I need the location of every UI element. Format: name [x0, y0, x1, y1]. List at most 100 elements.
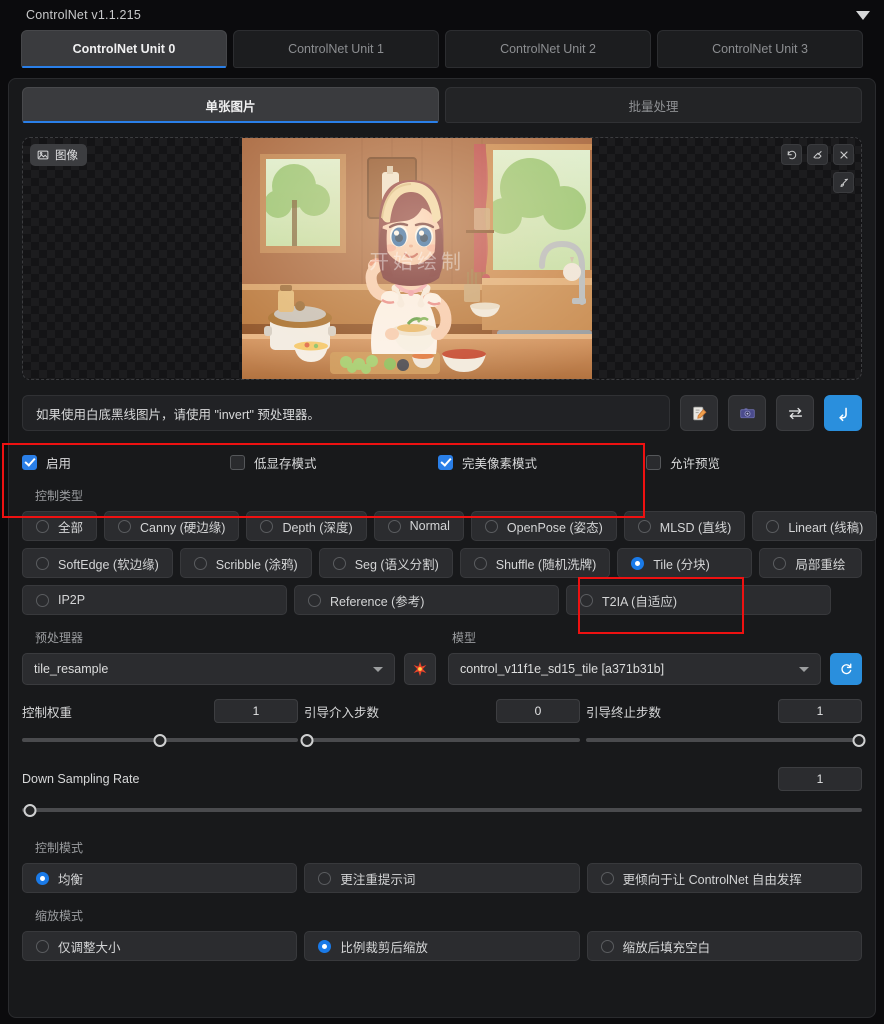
slider-knob[interactable]	[852, 733, 866, 747]
control-type-reference[interactable]: Reference (参考)	[294, 585, 559, 615]
start-step-head: 引导介入步数 0	[304, 699, 580, 723]
down-sampling-value[interactable]: 1	[778, 767, 862, 791]
arrow-resize-icon[interactable]	[824, 395, 862, 431]
chevron-down-icon	[373, 666, 383, 672]
radio-dot	[36, 519, 49, 533]
down-sampling-label: Down Sampling Rate	[22, 772, 140, 786]
options-checkbox-row: 启用 低显存模式 完美像素模式 允许预览	[22, 451, 862, 473]
control-mode-label: 控制模式	[35, 841, 84, 855]
control-type-shuffle[interactable]: Shuffle (随机洗牌)	[459, 548, 611, 578]
option-label: T2IA (自适应)	[602, 594, 678, 609]
preprocessor-column: 预处理器 tile_resample	[22, 629, 436, 685]
control-type-canny[interactable]: Canny (硬边缘)	[104, 511, 240, 541]
control-type-scribble[interactable]: Scribble (涂鸦)	[179, 548, 312, 578]
weight-slider[interactable]	[22, 733, 298, 747]
tab-controlnet-unit-3[interactable]: ControlNet Unit 3	[657, 30, 863, 68]
brush-icon[interactable]	[833, 172, 854, 193]
control-type-t2ia[interactable]: T2IA (自适应)	[566, 585, 831, 615]
swap-arrows-icon[interactable]	[776, 395, 814, 431]
slider-knob[interactable]	[23, 803, 37, 817]
resize-mode-label: 缩放模式	[35, 909, 84, 923]
start-step-slider[interactable]	[300, 733, 580, 747]
option-label: MLSD (直线)	[659, 520, 732, 535]
resize-mode-crop-and-resize[interactable]: 比例裁剪后缩放	[304, 931, 580, 961]
preprocessor-dropdown[interactable]: tile_resample	[22, 653, 395, 685]
edit-note-icon[interactable]	[680, 395, 718, 431]
control-mode-group: 均衡 更注重提示词 更倾向于让 ControlNet 自由发挥	[9, 863, 875, 893]
checkbox-allow-preview[interactable]: 允许预览	[646, 453, 720, 472]
option-label: 比例裁剪后缩放	[340, 940, 428, 955]
tab-label: ControlNet Unit 3	[712, 42, 808, 56]
tab-label: ControlNet Unit 2	[500, 42, 596, 56]
option-label: Shuffle (随机洗牌)	[495, 557, 597, 572]
radio-dot	[580, 593, 593, 607]
option-label: SoftEdge (软边缘)	[58, 557, 159, 572]
hint-row: 如果使用白底黑线图片，请使用 "invert" 预处理器。	[22, 395, 862, 431]
control-type-depth[interactable]: Depth (深度)	[246, 511, 367, 541]
option-label: Tile (分块)	[653, 557, 710, 572]
control-type-seg[interactable]: Seg (语义分割)	[318, 548, 453, 578]
resize-mode-resize-and-fill[interactable]: 缩放后填充空白	[586, 931, 862, 961]
checkbox-box	[22, 454, 37, 470]
control-type-mlsd[interactable]: MLSD (直线)	[623, 511, 746, 541]
page-title: ControlNet v1.1.215	[26, 8, 141, 22]
explosion-icon[interactable]	[404, 653, 436, 685]
model-line: control_v11f1e_sd15_tile [a371b31b]	[448, 653, 862, 685]
slider-knob[interactable]	[153, 733, 167, 747]
option-label: 局部重绘	[795, 557, 846, 572]
control-mode-controlnet-priority[interactable]: 更倾向于让 ControlNet 自由发挥	[586, 863, 862, 893]
radio-dot	[36, 871, 49, 885]
control-mode-balanced[interactable]: 均衡	[22, 863, 298, 893]
control-mode-prompt-priority[interactable]: 更注重提示词	[304, 863, 580, 893]
start-step-label: 引导介入步数	[304, 705, 380, 720]
radio-dot	[473, 556, 487, 570]
checkbox-label: 完美像素模式	[462, 456, 538, 471]
tab-controlnet-unit-1[interactable]: ControlNet Unit 1	[233, 30, 439, 68]
control-type-lineart[interactable]: Lineart (线稿)	[752, 511, 878, 541]
image-toolbar-secondary	[833, 172, 854, 193]
checkbox-pixel-perfect[interactable]: 完美像素模式	[438, 453, 646, 472]
option-label: Canny (硬边缘)	[140, 520, 226, 535]
slider-knob[interactable]	[300, 733, 314, 747]
eraser-icon[interactable]	[807, 144, 828, 165]
weight-label: 控制权重	[22, 705, 73, 720]
tab-single-image[interactable]: 单张图片	[22, 87, 439, 123]
tab-controlnet-unit-0[interactable]: ControlNet Unit 0	[21, 30, 227, 68]
radio-dot	[766, 519, 780, 533]
preprocessor-line: tile_resample	[22, 653, 436, 685]
weight-value[interactable]: 1	[214, 699, 298, 723]
close-icon[interactable]	[833, 144, 854, 165]
end-step-value[interactable]: 1	[778, 699, 862, 723]
end-step-slider[interactable]	[586, 733, 866, 747]
down-sampling-slider[interactable]	[22, 803, 862, 817]
undo-icon[interactable]	[781, 144, 802, 165]
radio-dot	[387, 519, 401, 533]
control-type-ip2p[interactable]: IP2P	[22, 585, 287, 615]
control-type-tile[interactable]: Tile (分块)	[617, 548, 753, 578]
checkbox-low-vram[interactable]: 低显存模式	[230, 453, 438, 472]
checkbox-enable[interactable]: 启用	[22, 453, 230, 472]
control-type-normal[interactable]: Normal	[373, 511, 464, 541]
option-label: 更倾向于让 ControlNet 自由发挥	[622, 872, 802, 887]
control-type-openpose[interactable]: OpenPose (姿态)	[470, 511, 617, 541]
start-step-value[interactable]: 0	[496, 699, 580, 723]
checkbox-box	[230, 454, 245, 470]
tab-controlnet-unit-2[interactable]: ControlNet Unit 2	[445, 30, 651, 68]
checkbox-label: 低显存模式	[254, 456, 317, 471]
model-dropdown[interactable]: control_v11f1e_sd15_tile [a371b31b]	[448, 653, 821, 685]
image-drop-area[interactable]: 图像 开始绘制	[22, 137, 862, 380]
tab-label: 单张图片	[205, 99, 256, 114]
chevron-down-icon[interactable]	[856, 10, 870, 20]
radio-dot	[600, 871, 614, 885]
preprocessor-model-row: 预处理器 tile_resample 模型 control_v11f1e_sd1…	[9, 629, 875, 685]
refresh-icon[interactable]	[830, 653, 862, 685]
resize-mode-just-resize[interactable]: 仅调整大小	[22, 931, 298, 961]
control-type-softedge[interactable]: SoftEdge (软边缘)	[22, 548, 173, 578]
hint-text: 如果使用白底黑线图片，请使用 "invert" 预处理器。	[36, 407, 320, 422]
camera-icon[interactable]	[728, 395, 766, 431]
control-type-inpaint[interactable]: 局部重绘	[759, 548, 862, 578]
tab-batch-process[interactable]: 批量处理	[445, 87, 862, 123]
option-label: Seg (语义分割)	[354, 557, 439, 572]
control-type-row: 全部 Canny (硬边缘) Depth (深度) Normal OpenPos…	[22, 511, 878, 541]
control-type-all[interactable]: 全部	[22, 511, 98, 541]
